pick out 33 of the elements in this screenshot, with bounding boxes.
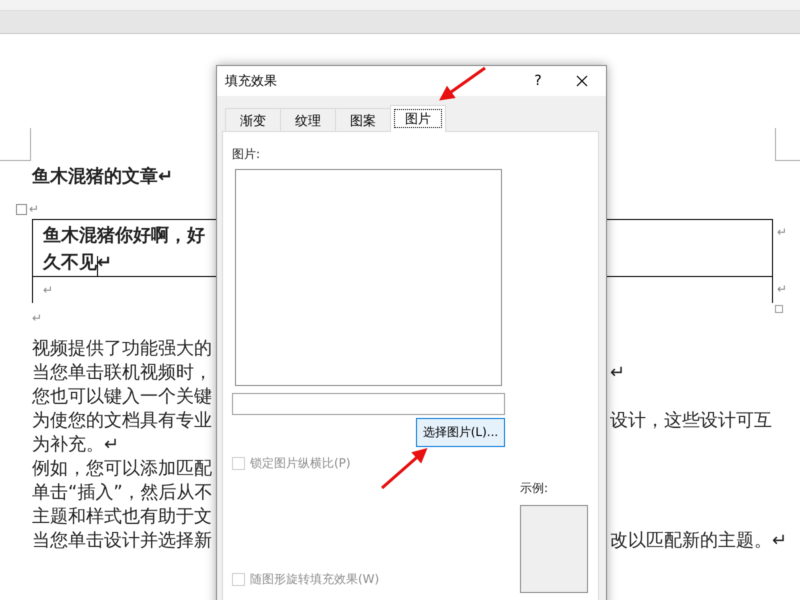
file-name-field[interactable] [232, 393, 505, 415]
body-text: 为补充。↵ [32, 433, 120, 457]
preview-label: 示例: [520, 480, 550, 497]
body-text: 视频提供了功能强大的 [32, 337, 212, 361]
body-text: 改以匹配新的主题。↵ [610, 529, 788, 553]
picture-label: 图片: [232, 146, 262, 163]
tab[interactable]: 图片 [390, 105, 446, 132]
body-text: 例如，您可以添加匹配 [32, 457, 212, 481]
arrow-icon [439, 66, 486, 100]
body-text: 为使您的文档具有专业 [32, 409, 212, 433]
dialog-title: 填充效果 [225, 73, 277, 90]
close-icon[interactable] [576, 75, 588, 87]
checkbox-label: 随图形旋转填充效果(W) [250, 571, 380, 588]
help-button[interactable]: ? [518, 73, 558, 89]
body-text: 您也可以键入一个关键 [32, 385, 212, 409]
paragraph-mark: ↵ [42, 282, 54, 297]
body-text: 当您单击设计并选择新 [32, 529, 212, 553]
body-text: 单击“插入”，然后从不 [32, 481, 213, 505]
resize-handle-icon[interactable] [775, 305, 783, 313]
paragraph-mark: ↵ [32, 311, 42, 327]
body-text: 当您单击联机视频时， [32, 361, 212, 385]
choose-picture-button[interactable]: 选择图片(L)... [416, 418, 505, 447]
paragraph-mark: ↵ [29, 202, 40, 216]
row-end-mark: ↵ [776, 224, 788, 239]
arrow-icon [381, 448, 428, 490]
move-handle-icon[interactable] [16, 204, 27, 214]
tab[interactable]: 渐变 [225, 108, 281, 132]
document-heading: 鱼木混猪的文章↵ [32, 165, 174, 189]
row-end-mark: ↵ [776, 281, 788, 296]
body-text: ↵ [610, 361, 626, 385]
checkbox-label: 锁定图片纵横比(P) [250, 455, 351, 472]
body-text: 设计，这些设计可互 [610, 409, 772, 433]
body-text: 主题和样式也有助于文 [32, 505, 212, 529]
